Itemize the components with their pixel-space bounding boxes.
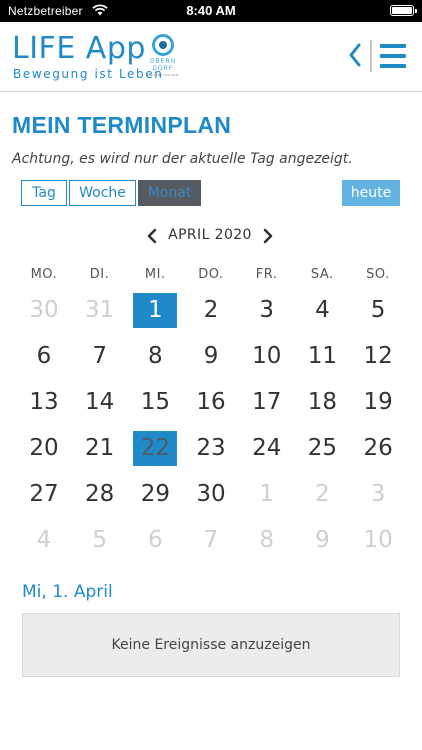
calendar-day[interactable]: 2: [183, 288, 239, 334]
calendar-day[interactable]: 23: [183, 426, 239, 472]
calendar-day[interactable]: 5: [350, 288, 406, 334]
view-month-button[interactable]: Monat: [138, 180, 201, 206]
calendar-day[interactable]: 30: [16, 288, 72, 334]
calendar-day[interactable]: 25: [294, 426, 350, 472]
calendar-week: 6 7 8 9 10 11 12: [16, 334, 406, 380]
calendar-day[interactable]: 6: [127, 518, 183, 564]
hamburger-menu-icon[interactable]: [380, 44, 406, 68]
calendar-day[interactable]: 1: [239, 472, 295, 518]
calendar-day[interactable]: 27: [16, 472, 72, 518]
calendar-day[interactable]: 8: [239, 518, 295, 564]
weekday-label: SA.: [310, 267, 334, 282]
calendar-day[interactable]: 7: [183, 518, 239, 564]
calendar-day[interactable]: 4: [294, 288, 350, 334]
view-day-button[interactable]: Tag: [21, 180, 67, 206]
calendar-day[interactable]: 28: [72, 472, 128, 518]
calendar-day[interactable]: 18: [294, 380, 350, 426]
calendar-week: 20 21 22 23 24 25 26: [16, 426, 406, 472]
month-navigation: APRIL 2020: [0, 224, 422, 248]
selected-date-heading: Mi, 1. April: [22, 582, 113, 602]
calendar-week: 30 31 1 2 3 4 5: [16, 288, 406, 334]
header-divider: [370, 40, 372, 72]
calendar-day[interactable]: 24: [239, 426, 295, 472]
calendar-day[interactable]: 31: [72, 288, 128, 334]
calendar-week: 27 28 29 30 1 2 3: [16, 472, 406, 518]
calendar-day-today[interactable]: 22: [127, 426, 183, 472]
today-button[interactable]: heute: [342, 180, 400, 206]
eye-logo-icon: [152, 34, 174, 56]
calendar-day[interactable]: 10: [350, 518, 406, 564]
app-title: LIFE App: [12, 31, 146, 66]
calendar-day[interactable]: 21: [72, 426, 128, 472]
logo-text: OBERN DORF REHABILITATION: [147, 59, 179, 77]
app-subtitle: Bewegung ist Leben: [13, 67, 164, 81]
calendar-day[interactable]: 16: [183, 380, 239, 426]
calendar-day[interactable]: 19: [350, 380, 406, 426]
calendar-day[interactable]: 8: [127, 334, 183, 380]
calendar-week: 13 14 15 16 17 18 19: [16, 380, 406, 426]
calendar-day[interactable]: 29: [127, 472, 183, 518]
notice-text: Achtung, es wird nur der aktuelle Tag an…: [12, 151, 353, 167]
calendar-day[interactable]: 13: [16, 380, 72, 426]
clock: 8:40 AM: [186, 3, 236, 18]
weekday-label: DO.: [198, 267, 224, 282]
calendar-day[interactable]: 14: [72, 380, 128, 426]
calendar-day[interactable]: 2: [294, 472, 350, 518]
calendar-day[interactable]: 26: [350, 426, 406, 472]
weekday-label: MO.: [30, 267, 58, 282]
calendar-day[interactable]: 11: [294, 334, 350, 380]
calendar-day[interactable]: 15: [127, 380, 183, 426]
chevron-right-icon[interactable]: [262, 228, 274, 244]
month-label: APRIL 2020: [168, 227, 252, 243]
page-title: MEIN TERMINPLAN: [12, 112, 232, 138]
back-chevron-icon[interactable]: [347, 42, 363, 68]
clinic-logo: OBERN DORF REHABILITATION: [145, 34, 181, 80]
calendar-day[interactable]: 10: [239, 334, 295, 380]
status-bar: Netzbetreiber 8:40 AM: [0, 0, 422, 22]
calendar-day[interactable]: 20: [16, 426, 72, 472]
weekday-label: MI.: [144, 267, 166, 282]
chevron-left-icon[interactable]: [146, 228, 158, 244]
weekday-label: SO.: [366, 267, 390, 282]
calendar-day[interactable]: 12: [350, 334, 406, 380]
events-empty-message: Keine Ereignisse anzuzeigen: [22, 613, 400, 677]
battery-full-icon: [390, 5, 417, 16]
calendar-day[interactable]: 9: [294, 518, 350, 564]
calendar-day[interactable]: 7: [72, 334, 128, 380]
calendar-day[interactable]: 6: [16, 334, 72, 380]
calendar-day[interactable]: 3: [239, 288, 295, 334]
calendar-week: 4 5 6 7 8 9 10: [16, 518, 406, 564]
weekday-label: FR.: [255, 267, 278, 282]
view-week-button[interactable]: Woche: [69, 180, 136, 206]
calendar-day[interactable]: 3: [350, 472, 406, 518]
calendar-day[interactable]: 5: [72, 518, 128, 564]
calendar-grid: 30 31 1 2 3 4 5 6 7 8 9 10 11 12 13 14 1…: [16, 288, 406, 564]
weekday-label: DI.: [89, 267, 110, 282]
calendar-day-selected[interactable]: 1: [127, 288, 183, 334]
weekday-header: MO. DI. MI. DO. FR. SA. SO.: [16, 267, 406, 285]
calendar-day[interactable]: 17: [239, 380, 295, 426]
calendar-day[interactable]: 4: [16, 518, 72, 564]
calendar-day[interactable]: 30: [183, 472, 239, 518]
calendar-day[interactable]: 9: [183, 334, 239, 380]
app-header: LIFE App Bewegung ist Leben OBERN DORF R…: [0, 22, 422, 92]
